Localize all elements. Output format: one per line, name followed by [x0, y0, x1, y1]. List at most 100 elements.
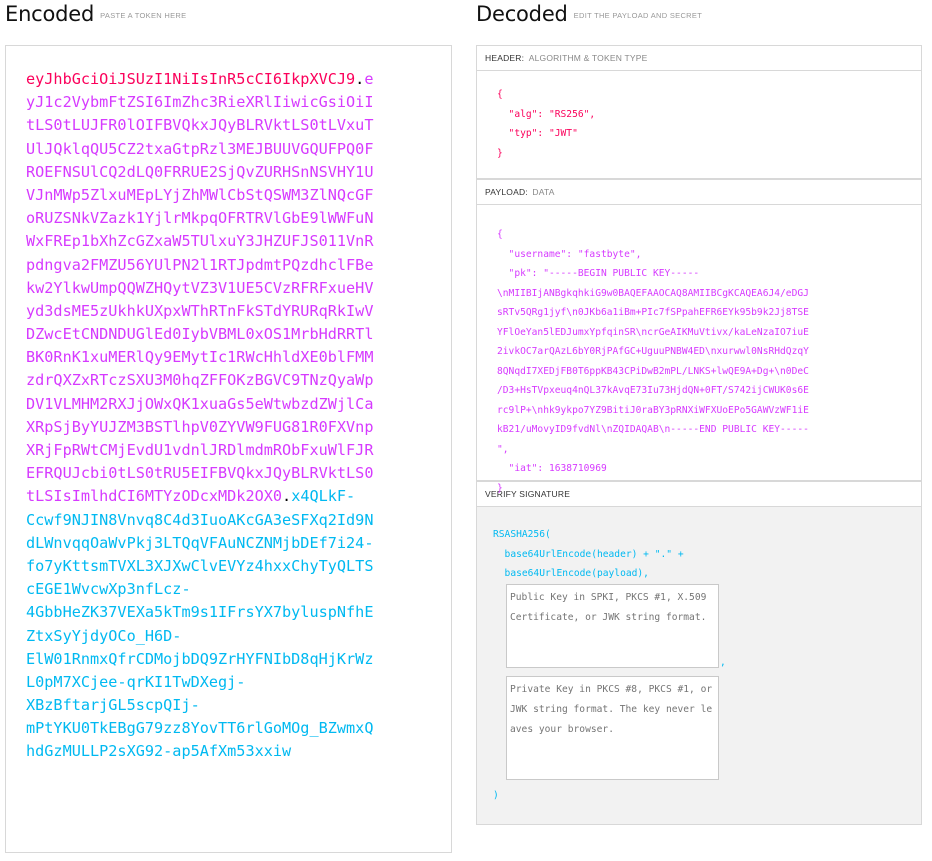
payload-json-editor[interactable]: { "username": "fastbyte", "pk": "-----BE…: [476, 205, 922, 494]
token-payload-segment: tLS0tLUJFR0lOIFBVQkxJQyBLRVktLS0tLVxuT: [26, 116, 374, 135]
token-sig-segment: fo7yKttsmTVXL3XJXwClvEVYz4hxxChyTyQLTS: [26, 556, 374, 575]
token-line: mPtYKU0TkEBgG79zz8YovTT6rlGoMOg_BZwmxQ: [26, 717, 398, 740]
encoded-token-editor[interactable]: eyJhbGciOiJSUzI1NiIsInR5cCI6IkpXVCJ9.e yJ…: [5, 45, 452, 853]
token-payload-segment: ROEFNSUlCQ2dLQ0FRRUE2SjQvZURHSnNSVHY1U: [26, 162, 374, 181]
payload-json-line: YFlOeYan5lEDJumxYpfqinSR\ncrGeAIKMuVtivx…: [497, 326, 809, 338]
token-sig-segment: Ccwf9NJIN8Vnvq8C4d3IuoAKcGA3eSFXq2Id9N: [26, 510, 374, 529]
token-payload-segment: tLSIsImlhdCI6MTYzODcxMDk2OX0: [26, 487, 283, 506]
token-payload-segment: yJ1c2VybmFtZSI6ImZhc3RieXRlIiwicGsiOiI: [26, 93, 374, 112]
verify-code-line: base64UrlEncode(payload),: [493, 568, 649, 579]
payload-section-title: PAYLOAD: DATA: [476, 179, 922, 205]
token-line: dLWnvqqOaWvPkj3LTQqVFAuNCZNMjbDEf7i24-: [26, 532, 398, 555]
token-line: tLSIsImlhdCI6MTYzODcxMDk2OX0.x4QLkF-: [26, 485, 398, 508]
token-payload-segment: BK0RnK1xuMERlQy9EMytIc1RWcHhldXE0blFMM: [26, 348, 374, 367]
header-json[interactable]: { "alg": "RS256", "typ": "JWT"}: [497, 85, 921, 163]
token-sig-segment: mPtYKU0TkEBgG79zz8YovTT6rlGoMOg_BZwmxQ: [26, 719, 374, 738]
payload-json-line: 8QNqdI7XEDjFB0T6ppKB43CPiDwB2mPL/LNKS+lw…: [497, 365, 809, 377]
token-line: XRpSjByYUJZM3BSTlhpV0ZYVW9FUG81R0FXVnp: [26, 416, 398, 439]
payload-json-line: "username": "fastbyte",: [497, 248, 642, 260]
token-line: cEGE1WvcwXp3nfLcz-: [26, 578, 398, 601]
token-line: VJnMWp5ZlxuMEpLYjZhMWlCbStQSWM3ZlNQcGF: [26, 184, 398, 207]
token-payload-segment: oRUZSNkVZazk1YjlrMkpqOFRTRVlGbE9lWWFuN: [26, 209, 374, 228]
token-line: 4GbbHeZK37VEXa5kTm9s1IFrsYX7byluspNfhE: [26, 601, 398, 624]
payload-json[interactable]: { "username": "fastbyte", "pk": "-----BE…: [497, 225, 921, 498]
private-key-input[interactable]: [506, 676, 719, 780]
token-payload-segment: e: [364, 70, 374, 88]
token-payload-segment: DV1VLMHM2RXJjOWxQK1xuaGs5eWtwbzdZWjlCa: [26, 394, 374, 413]
token-line: ROEFNSUlCQ2dLQ0FRRUE2SjQvZURHSnNSVHY1U: [26, 161, 398, 184]
token-payload-segment: zdrQXZxRTczSXU3M0hqZFFOKzBGVC9TNzQyaWp: [26, 371, 374, 390]
token-dot-segment: .: [282, 487, 292, 506]
token-line: kw2YlkwUmpQQWZHQytVZ3V1UE5CVzRFRFxueHV: [26, 277, 398, 300]
token-line: EFRQUJcbi0tLS0tRU5EIFBVQkxJQyBLRVktLS0: [26, 462, 398, 485]
comma: ,: [720, 657, 726, 668]
header-json-editor[interactable]: { "alg": "RS256", "typ": "JWT"}: [476, 71, 922, 179]
token-line: oRUZSNkVZazk1YjlrMkpqOFRTRVlGbE9lWWFuN: [26, 207, 398, 230]
payload-json-line: "iat": 1638710969: [497, 463, 607, 474]
verify-code-line: base64UrlEncode(header) + "." +: [493, 548, 684, 560]
header-json-line: }: [497, 147, 503, 159]
decoded-title: Decoded EDIT THE PAYLOAD AND SECRET: [476, 2, 703, 26]
token-payload-segment: DZwcEtCNDNDUGlEd0IybVBML0xOS1MrbHdRRTl: [26, 325, 374, 344]
token-payload-segment: VJnMWp5ZlxuMEpLYjZhMWlCbStQSWM3ZlNQcGF: [26, 185, 374, 204]
token-payload-segment: XRpSjByYUJZM3BSTlhpV0ZYVW9FUG81R0FXVnp: [26, 417, 374, 436]
token-line: fo7yKttsmTVXL3XJXwClvEVYz4hxxChyTyQLTS: [26, 555, 398, 578]
header-json-line: {: [497, 89, 503, 100]
decoded-panel: HEADER: ALGORITHM & TOKEN TYPE { "alg": …: [476, 45, 922, 825]
token-payload-segment: XRjFpRWtCMjEvdU1vdnlJRDlmdmRObFxuWlFJR: [26, 441, 374, 459]
token-dot-segment: .: [355, 70, 365, 88]
token-payload-segment: EFRQUJcbi0tLS0tRU5EIFBVQkxJQyBLRVktLS0: [26, 464, 374, 483]
header-json-line: "typ": "JWT": [497, 128, 578, 139]
token-line: WxFREp1bXhZcGZxaW5TUlxuY3JHZUFJS011VnR: [26, 230, 398, 253]
payload-json-line: rc9lP+\nhk9ykpo7YZ9BitiJ0raBY3pRNXiWFXUo…: [497, 404, 809, 416]
token-line: tLS0tLUJFR0lOIFBVQkxJQyBLRVktLS0tLVxuT: [26, 114, 398, 137]
token-payload-segment: UlJQklqQU5CZ2txaGtpRzl3MEJBUUVGQUFPQ0F: [26, 139, 374, 158]
payload-json-line: sRTv5QRg1jyf\n0JKb6a1iBm+PIc7fSPpahEFR6E…: [497, 307, 809, 318]
token-line: UlJQklqQU5CZ2txaGtpRzl3MEJBUUVGQUFPQ0F: [26, 138, 398, 161]
encoded-subtitle: PASTE A TOKEN HERE: [100, 10, 187, 20]
payload-json-line: }: [497, 482, 503, 494]
payload-json-line: {: [497, 229, 503, 240]
encoded-title: Encoded PASTE A TOKEN HERE: [5, 2, 187, 26]
token-sig-segment: L0pM7XCjee-qrKI1TwDXegj-: [26, 672, 246, 691]
token-line: XBzBftarjGL5scpQIj-: [26, 694, 398, 717]
close-paren: ): [493, 790, 499, 801]
verify-code-line: RSASHA256(: [493, 529, 551, 540]
payload-json-line: ",: [497, 443, 509, 455]
payload-json-line: /D3+HsTVpxeuq4nQL37kAvqE73Iu73HjdQN+0FT/…: [497, 385, 809, 396]
token-line: XRjFpRWtCMjEvdU1vdnlJRDlmdmRObFxuWlFJR: [26, 439, 398, 462]
token-line: L0pM7XCjee-qrKI1TwDXegj-: [26, 671, 398, 694]
token-payload-segment: WxFREp1bXhZcGZxaW5TUlxuY3JHZUFJS011VnR: [26, 232, 374, 251]
token-sig-segment: ElW01RnmxQfrCDMojbDQ9ZrHYFNIbD8qHjKrWz: [26, 649, 374, 668]
token-payload-segment: yd3dsME5zUkhkUXpxWThRTnFkSTdYRURqRkIwV: [26, 301, 374, 320]
token-payload-segment: kw2YlkwUmpQQWZHQytVZ3V1UE5CVzRFRFxueHV: [26, 278, 374, 297]
token-sig-segment: XBzBftarjGL5scpQIj-: [26, 696, 200, 715]
decoded-subtitle: EDIT THE PAYLOAD AND SECRET: [573, 10, 703, 20]
token-line: zdrQXZxRTczSXU3M0hqZFFOKzBGVC9TNzQyaWp: [26, 369, 398, 392]
token-sig-segment: dLWnvqqOaWvPkj3LTQqVFAuNCZNMjbDEf7i24-: [26, 533, 374, 552]
token-text[interactable]: eyJhbGciOiJSUzI1NiIsInR5cCI6IkpXVCJ9.e yJ…: [26, 68, 398, 764]
token-line: ZtxSyYjdyOCo_H6D-: [26, 625, 398, 648]
token-sig-segment: ZtxSyYjdyOCo_H6D-: [26, 626, 182, 645]
token-line: yJ1c2VybmFtZSI6ImZhc3RieXRlIiwicGsiOiI: [26, 91, 398, 114]
token-line: ElW01RnmxQfrCDMojbDQ9ZrHYFNIbD8qHjKrWz: [26, 648, 398, 671]
token-sig-segment: x4QLkF-: [291, 487, 356, 506]
verify-signature-section: RSASHA256( base64UrlEncode(header) + "."…: [476, 507, 922, 825]
header-section-title: HEADER: ALGORITHM & TOKEN TYPE: [476, 45, 922, 71]
token-sig-segment: 4GbbHeZK37VEXa5kTm9s1IFrsYX7byluspNfhE: [26, 603, 374, 622]
token-payload-segment: pdngva2FMZU56YUlPN2l1RTJpdmtPQzdhclFBe: [26, 255, 374, 274]
verify-signature-code: RSASHA256( base64UrlEncode(header) + "."…: [493, 525, 921, 584]
header-json-line: "alg": "RS256",: [497, 108, 596, 120]
payload-json-line: \nMIIBIjANBgkqhkiG9w0BAQEFAAOCAQ8AMIIBCg…: [497, 287, 809, 299]
token-line: hdGzMULLP2sXG92-ap5AfXm53xxiw: [26, 740, 398, 763]
token-line: eyJhbGciOiJSUzI1NiIsInR5cCI6IkpXVCJ9.e: [26, 68, 398, 91]
token-sig-segment: cEGE1WvcwXp3nfLcz-: [26, 580, 191, 599]
token-line: DZwcEtCNDNDUGlEd0IybVBML0xOS1MrbHdRRTl: [26, 323, 398, 346]
token-line: Ccwf9NJIN8Vnvq8C4d3IuoAKcGA3eSFXq2Id9N: [26, 509, 398, 532]
payload-json-line: kB21/uMovyID9fvdNl\nZQIDAQAB\n-----END P…: [497, 424, 809, 435]
token-line: pdngva2FMZU56YUlPN2l1RTJpdmtPQzdhclFBe: [26, 254, 398, 277]
payload-json-line: 2ivkOC7arQAzL6bY0RjPAfGC+UguuPNBW4ED\nxu…: [497, 346, 809, 357]
token-header-segment: eyJhbGciOiJSUzI1NiIsInR5cCI6IkpXVCJ9: [26, 70, 356, 88]
public-key-input[interactable]: [506, 584, 719, 668]
token-line: DV1VLMHM2RXJjOWxQK1xuaGs5eWtwbzdZWjlCa: [26, 393, 398, 416]
